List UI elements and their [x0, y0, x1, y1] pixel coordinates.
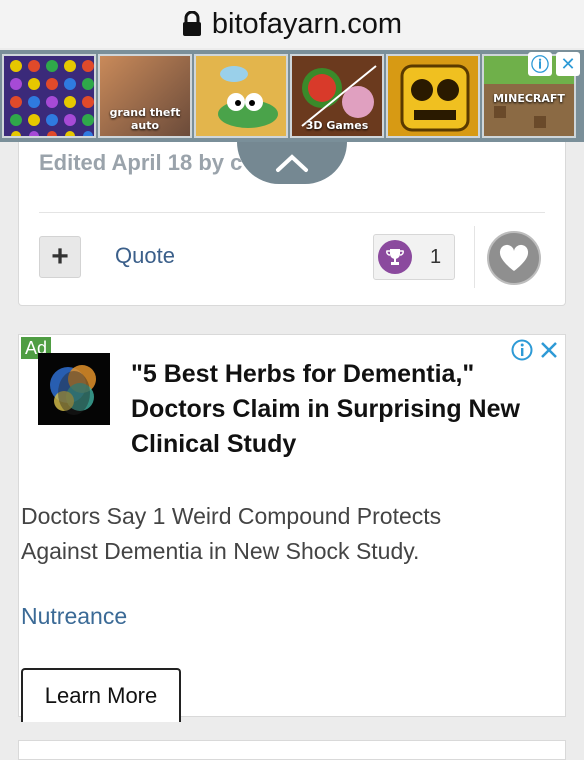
next-post-card	[18, 740, 566, 760]
ad-thumbnail[interactable]	[38, 353, 110, 425]
game-tile-gta[interactable]: grand theft auto	[98, 54, 192, 138]
reaction-summary[interactable]: 1	[373, 234, 455, 280]
game-tile-candy-crush[interactable]	[2, 54, 96, 138]
chevron-up-icon	[276, 154, 308, 172]
game-tile-wheres-my-water[interactable]	[194, 54, 288, 138]
game-tile-temple-run[interactable]	[386, 54, 480, 138]
heart-icon	[499, 244, 529, 271]
learn-more-button[interactable]: Learn More	[21, 668, 181, 722]
game-tile-label: 3D Games	[305, 119, 369, 132]
ad-controls: ⓘ ✕	[528, 52, 580, 76]
native-ad[interactable]: Ad "5 Best Herbs for Dementia," Doctors …	[18, 334, 566, 722]
divider	[39, 212, 545, 213]
trophy-icon	[378, 240, 412, 274]
close-icon[interactable]: ✕	[556, 52, 580, 76]
quote-link[interactable]: Quote	[115, 243, 175, 269]
url-text: bitofayarn.com	[211, 7, 403, 40]
edited-note: Edited April 18 by c	[39, 150, 243, 175]
game-tile-fruit-ninja[interactable]: 3D Games	[290, 54, 384, 138]
ad-description: Doctors Say 1 Weird Compound Protects Ag…	[21, 503, 442, 564]
game-banner-ad[interactable]: grand theft auto 3D Games MINECRAFT ⓘ ✕	[0, 50, 584, 142]
multiquote-button[interactable]: +	[39, 236, 81, 278]
ad-headline[interactable]: "5 Best Herbs for Dementia," Doctors Cla…	[131, 357, 551, 462]
game-tile-label: MINECRAFT	[493, 92, 565, 105]
ad-sponsor-link[interactable]: Nutreance	[21, 603, 127, 630]
address-bar[interactable]: bitofayarn.com	[0, 0, 584, 48]
reaction-count: 1	[430, 245, 442, 268]
divider	[474, 226, 475, 288]
lock-icon	[182, 10, 202, 37]
game-tile-label: grand theft auto	[109, 106, 181, 132]
adchoices-icon[interactable]: ⓘ	[528, 52, 552, 76]
react-heart-button[interactable]	[487, 231, 541, 285]
